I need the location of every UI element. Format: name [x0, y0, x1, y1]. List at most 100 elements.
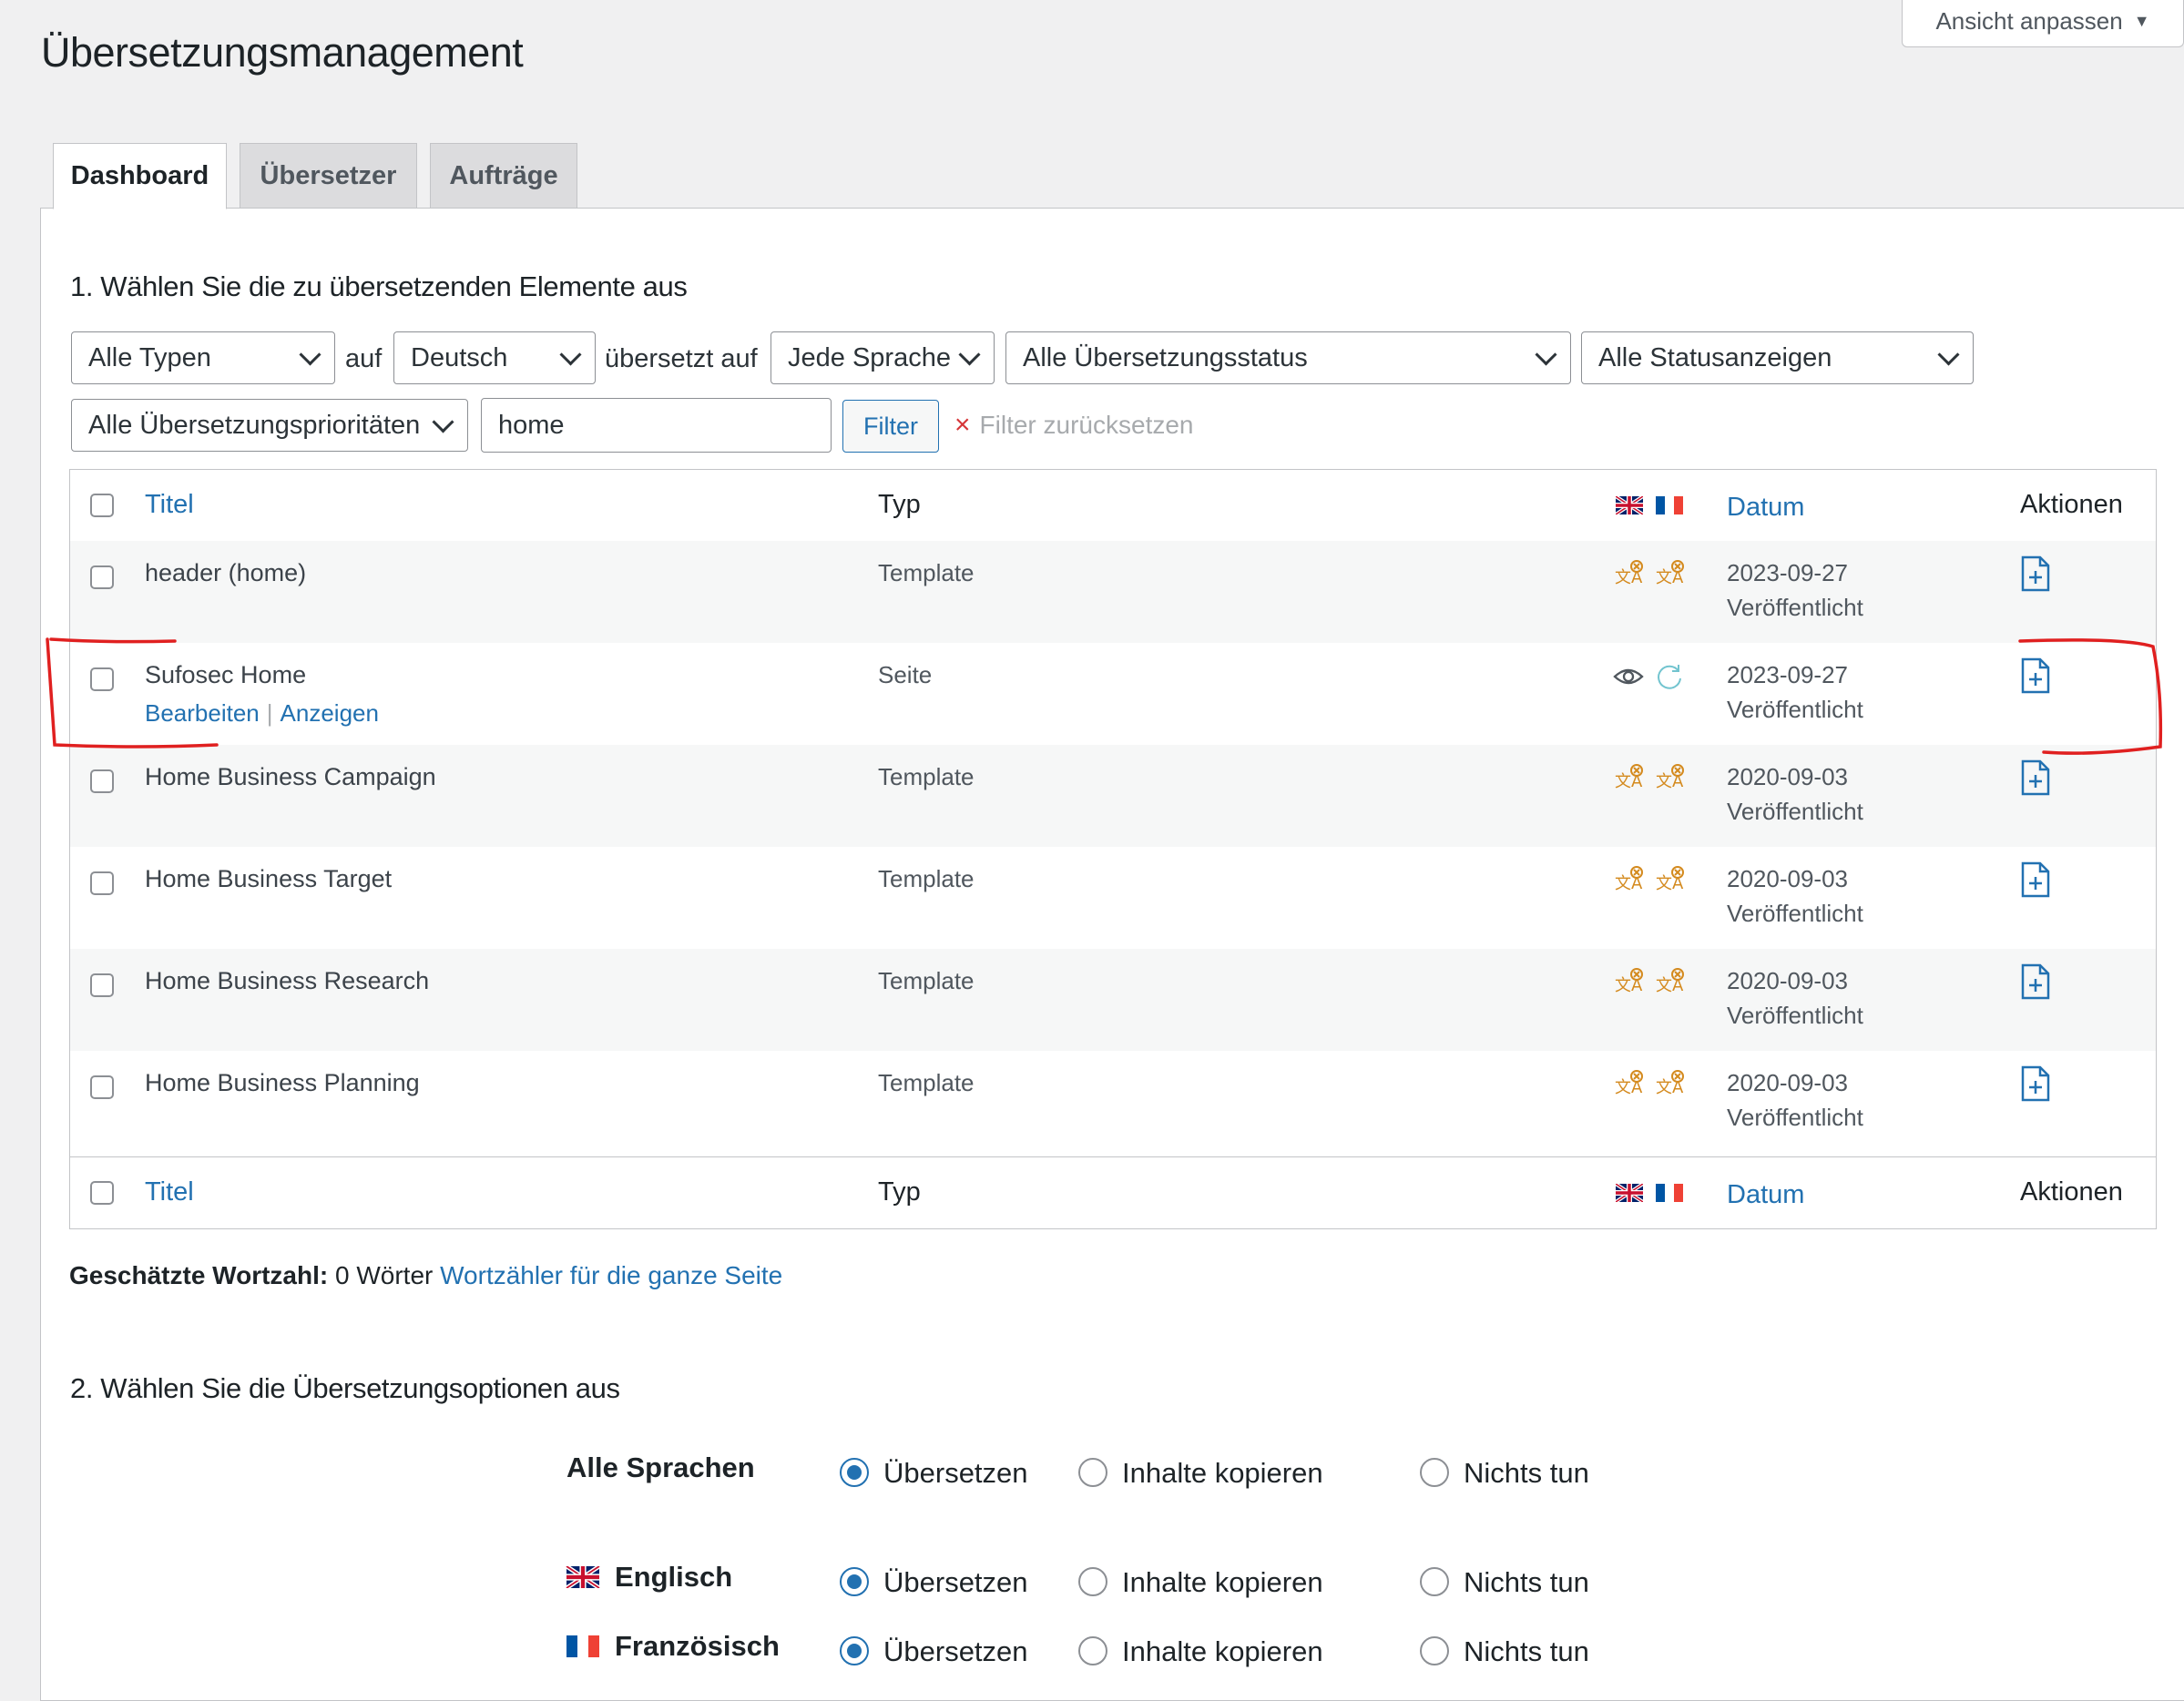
uk-flag-icon: [1616, 1184, 1643, 1202]
close-icon: ×: [954, 410, 971, 440]
translate-needed-icon[interactable]: 文A: [1654, 967, 1685, 998]
all-languages-translate-radio[interactable]: [840, 1458, 869, 1487]
add-translation-job-icon[interactable]: [2020, 861, 2051, 898]
translation-status-select[interactable]: Alle Übersetzungsstatus: [1005, 331, 1571, 384]
chevron-down-icon: [432, 410, 454, 433]
translate-needed-icon[interactable]: 文A: [1654, 763, 1685, 794]
uk-flag-icon: [566, 1566, 600, 1588]
actions-column-header: Aktionen: [2020, 490, 2123, 519]
translate-needed-icon[interactable]: 文A: [1654, 559, 1685, 590]
translate-needed-icon[interactable]: 文A: [1654, 865, 1685, 896]
translate-needed-icon[interactable]: 文A: [1613, 865, 1644, 896]
reset-filter-label: Filter zurücksetzen: [979, 411, 1194, 439]
table-row: Home Business Target Template 文A 文A 2020…: [70, 847, 2156, 949]
all-languages-nothing-radio[interactable]: [1420, 1458, 1449, 1487]
french-label: Französisch: [566, 1630, 780, 1663]
english-nothing-radio[interactable]: [1420, 1567, 1449, 1596]
row-title: Home Business Planning: [145, 1069, 420, 1096]
chevron-down-icon: [299, 342, 321, 366]
status-display-select[interactable]: Alle Statusanzeigen: [1581, 331, 1974, 384]
label-auf: auf: [345, 344, 383, 373]
row-checkbox[interactable]: [90, 565, 114, 589]
all-languages-copy-radio[interactable]: [1078, 1458, 1107, 1487]
screen-options-button[interactable]: Ansicht anpassen ▼: [1902, 0, 2184, 47]
title-column-header[interactable]: Titel: [145, 490, 194, 520]
search-input-value: home: [498, 410, 565, 440]
priority-select-value: Alle Übersetzungsprioritäten: [88, 410, 421, 440]
french-copy-radio[interactable]: [1078, 1636, 1107, 1665]
add-translation-job-icon[interactable]: [2020, 555, 2051, 592]
select-all-checkbox[interactable]: [90, 1181, 114, 1205]
table-row: Sufosec Home Bearbeiten | Anzeigen Seite 2…: [70, 643, 2156, 745]
source-language-value: Deutsch: [411, 342, 508, 372]
row-date-value: 2020-09-03: [1727, 1069, 1848, 1096]
title-column-footer[interactable]: Titel: [145, 1177, 194, 1207]
whole-page-word-count-link[interactable]: Wortzähler für die ganze Seite: [440, 1261, 782, 1289]
eye-icon[interactable]: [1613, 661, 1644, 692]
select-all-checkbox[interactable]: [90, 494, 114, 517]
add-translation-job-icon[interactable]: [2020, 657, 2051, 694]
french-translate-radio[interactable]: [840, 1636, 869, 1665]
type-column-footer: Typ: [878, 1177, 921, 1207]
france-flag-icon: [566, 1635, 599, 1657]
row-checkbox[interactable]: [90, 1075, 114, 1099]
row-publish-status: Veröffentlicht: [1727, 1002, 1863, 1029]
source-language-select[interactable]: Deutsch: [393, 331, 596, 384]
translate-needed-icon[interactable]: 文A: [1613, 967, 1644, 998]
radio-label: Übersetzen: [883, 1566, 1028, 1598]
status-display-value: Alle Statusanzeigen: [1598, 342, 1832, 372]
row-checkbox[interactable]: [90, 871, 114, 895]
page-title: Übersetzungsmanagement: [41, 29, 524, 76]
priority-select[interactable]: Alle Übersetzungsprioritäten: [71, 399, 468, 452]
date-column-footer[interactable]: Datum: [1727, 1177, 1804, 1212]
row-type: Template: [878, 559, 975, 586]
translate-needed-icon[interactable]: 文A: [1613, 763, 1644, 794]
radio-label: Nichts tun: [1464, 1457, 1589, 1489]
row-title: Home Business Target: [145, 865, 393, 892]
row-checkbox[interactable]: [90, 769, 114, 793]
row-type: Template: [878, 865, 975, 892]
row-publish-status: Veröffentlicht: [1727, 1104, 1863, 1131]
row-date: 2023-09-27 Veröffentlicht: [1727, 555, 1863, 625]
tab-label: Dashboard: [70, 161, 209, 190]
add-translation-job-icon[interactable]: [2020, 963, 2051, 1000]
edit-link[interactable]: Bearbeiten: [145, 699, 260, 727]
filter-button[interactable]: Filter: [842, 400, 939, 453]
table-row: header (home) Template 文A 文A 2023-09-27 V…: [70, 541, 2156, 643]
tab-auftraege[interactable]: Aufträge: [430, 143, 577, 209]
english-translate-radio[interactable]: [840, 1567, 869, 1596]
table-row: Home Business Research Template 文A 文A 20…: [70, 949, 2156, 1051]
translate-needed-icon[interactable]: 文A: [1613, 559, 1644, 590]
tab-label: Aufträge: [449, 160, 558, 190]
row-date: 2020-09-03 Veröffentlicht: [1727, 1065, 1863, 1135]
translate-needed-icon[interactable]: 文A: [1654, 1069, 1685, 1100]
translate-needed-icon[interactable]: 文A: [1613, 1069, 1644, 1100]
target-language-select[interactable]: Jede Sprache: [771, 331, 995, 384]
type-select[interactable]: Alle Typen: [71, 331, 335, 384]
row-date-value: 2020-09-03: [1727, 763, 1848, 790]
table-footer: Titel Typ Datum Aktionen: [70, 1156, 2156, 1228]
english-copy-radio[interactable]: [1078, 1567, 1107, 1596]
tab-uebersetzer[interactable]: Übersetzer: [240, 143, 417, 209]
search-input[interactable]: home: [481, 398, 832, 453]
add-translation-job-icon[interactable]: [2020, 1065, 2051, 1102]
row-title: Home Business Campaign: [145, 763, 436, 790]
tab-dashboard[interactable]: Dashboard: [53, 143, 227, 209]
refresh-icon[interactable]: [1654, 661, 1685, 692]
row-date-value: 2023-09-27: [1727, 661, 1848, 688]
screen-options-label: Ansicht anpassen: [1935, 7, 2123, 35]
date-column-header[interactable]: Datum: [1727, 490, 1804, 525]
add-translation-job-icon[interactable]: [2020, 759, 2051, 796]
row-checkbox[interactable]: [90, 667, 114, 691]
reset-filter-link[interactable]: × Filter zurücksetzen: [954, 410, 1194, 441]
label-translated-to: übersetzt auf: [605, 344, 758, 373]
view-link[interactable]: Anzeigen: [281, 699, 379, 727]
row-checkbox[interactable]: [90, 973, 114, 997]
french-nothing-radio[interactable]: [1420, 1636, 1449, 1665]
france-flag-icon: [1656, 496, 1683, 514]
section-1-heading: 1. Wählen Sie die zu übersetzenden Eleme…: [70, 270, 688, 302]
row-title[interactable]: Sufosec Home: [145, 661, 306, 689]
row-date-value: 2023-09-27: [1727, 559, 1848, 586]
all-languages-label: Alle Sprachen: [566, 1451, 755, 1484]
row-title: header (home): [145, 559, 307, 586]
